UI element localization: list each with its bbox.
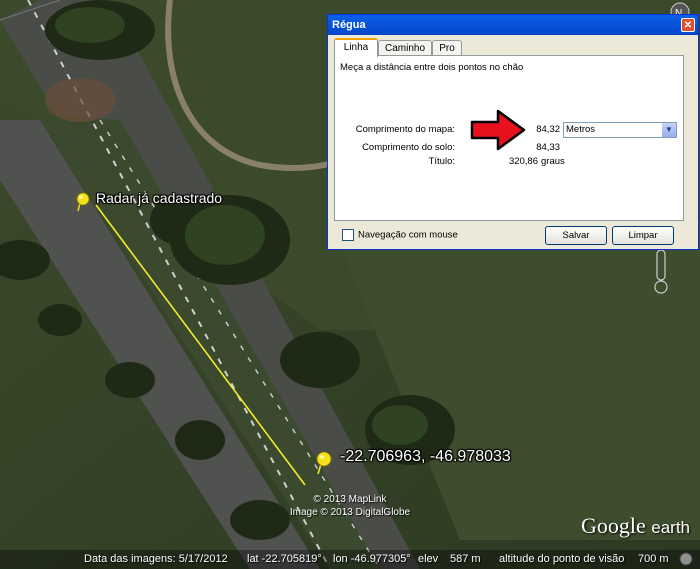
chevron-down-icon[interactable]: ▼ <box>662 123 676 137</box>
ground-length-value: 84,33 <box>536 142 560 153</box>
save-button[interactable]: Salvar <box>545 226 607 245</box>
imagery-date: Data das imagens: 5/17/2012 <box>84 553 228 565</box>
dialog-title: Régua <box>332 19 366 31</box>
tab-pro[interactable]: Pro <box>432 40 462 56</box>
clear-button[interactable]: Limpar <box>612 226 674 245</box>
elevation-value: 587 m <box>450 553 481 565</box>
tab-caminho[interactable]: Caminho <box>378 40 432 56</box>
eye-altitude-label: altitude do ponto de visão <box>499 553 625 565</box>
map-length-value: 84,32 <box>536 124 560 135</box>
status-bar: Data das imagens: 5/17/2012 lat -22.7058… <box>0 550 700 569</box>
unit-select[interactable]: Metros ▼ <box>563 122 677 138</box>
pin-label[interactable]: Radar já cadastrado <box>96 190 222 206</box>
heading-unit: graus <box>541 156 565 167</box>
ground-length-label: Comprimento do solo: <box>362 142 455 153</box>
tab-linha[interactable]: Linha <box>334 38 378 57</box>
logo-earth-text: earth <box>651 518 691 537</box>
red-arrow-icon <box>470 109 526 151</box>
heading-label: Título: <box>428 156 455 167</box>
copyright-line: © 2013 MapLink <box>313 494 387 505</box>
longitude-readout: lon -46.977305° <box>333 553 411 565</box>
dialog-titlebar[interactable]: Régua ✕ <box>328 15 698 35</box>
pin-label[interactable]: -22.706963, -46.978033 <box>340 448 511 466</box>
mouse-nav-label: Navegação com mouse <box>358 229 458 241</box>
eye-altitude-value: 700 m <box>638 553 669 565</box>
logo-google-text: Google <box>581 513 646 538</box>
latitude-readout: lat -22.705819° <box>247 553 322 565</box>
instruction-text: Meça a distância entre dois pontos no ch… <box>340 62 524 73</box>
mouse-navigation-checkbox[interactable]: Navegação com mouse <box>342 229 458 242</box>
heading-row: Título: 320,86 graus <box>335 155 683 169</box>
elevation-label: elev <box>418 553 439 565</box>
heading-value: 320,86 <box>508 156 538 167</box>
google-earth-logo: Google earth <box>581 513 690 539</box>
checkbox[interactable] <box>342 229 354 241</box>
close-icon[interactable]: ✕ <box>681 18 695 32</box>
unit-select-value: Metros <box>566 124 596 135</box>
imagery-copyright: © 2013 MapLink Image © 2013 DigitalGlobe <box>270 493 430 519</box>
map-length-label: Comprimento do mapa: <box>355 124 455 135</box>
copyright-line: Image © 2013 DigitalGlobe <box>289 507 411 518</box>
